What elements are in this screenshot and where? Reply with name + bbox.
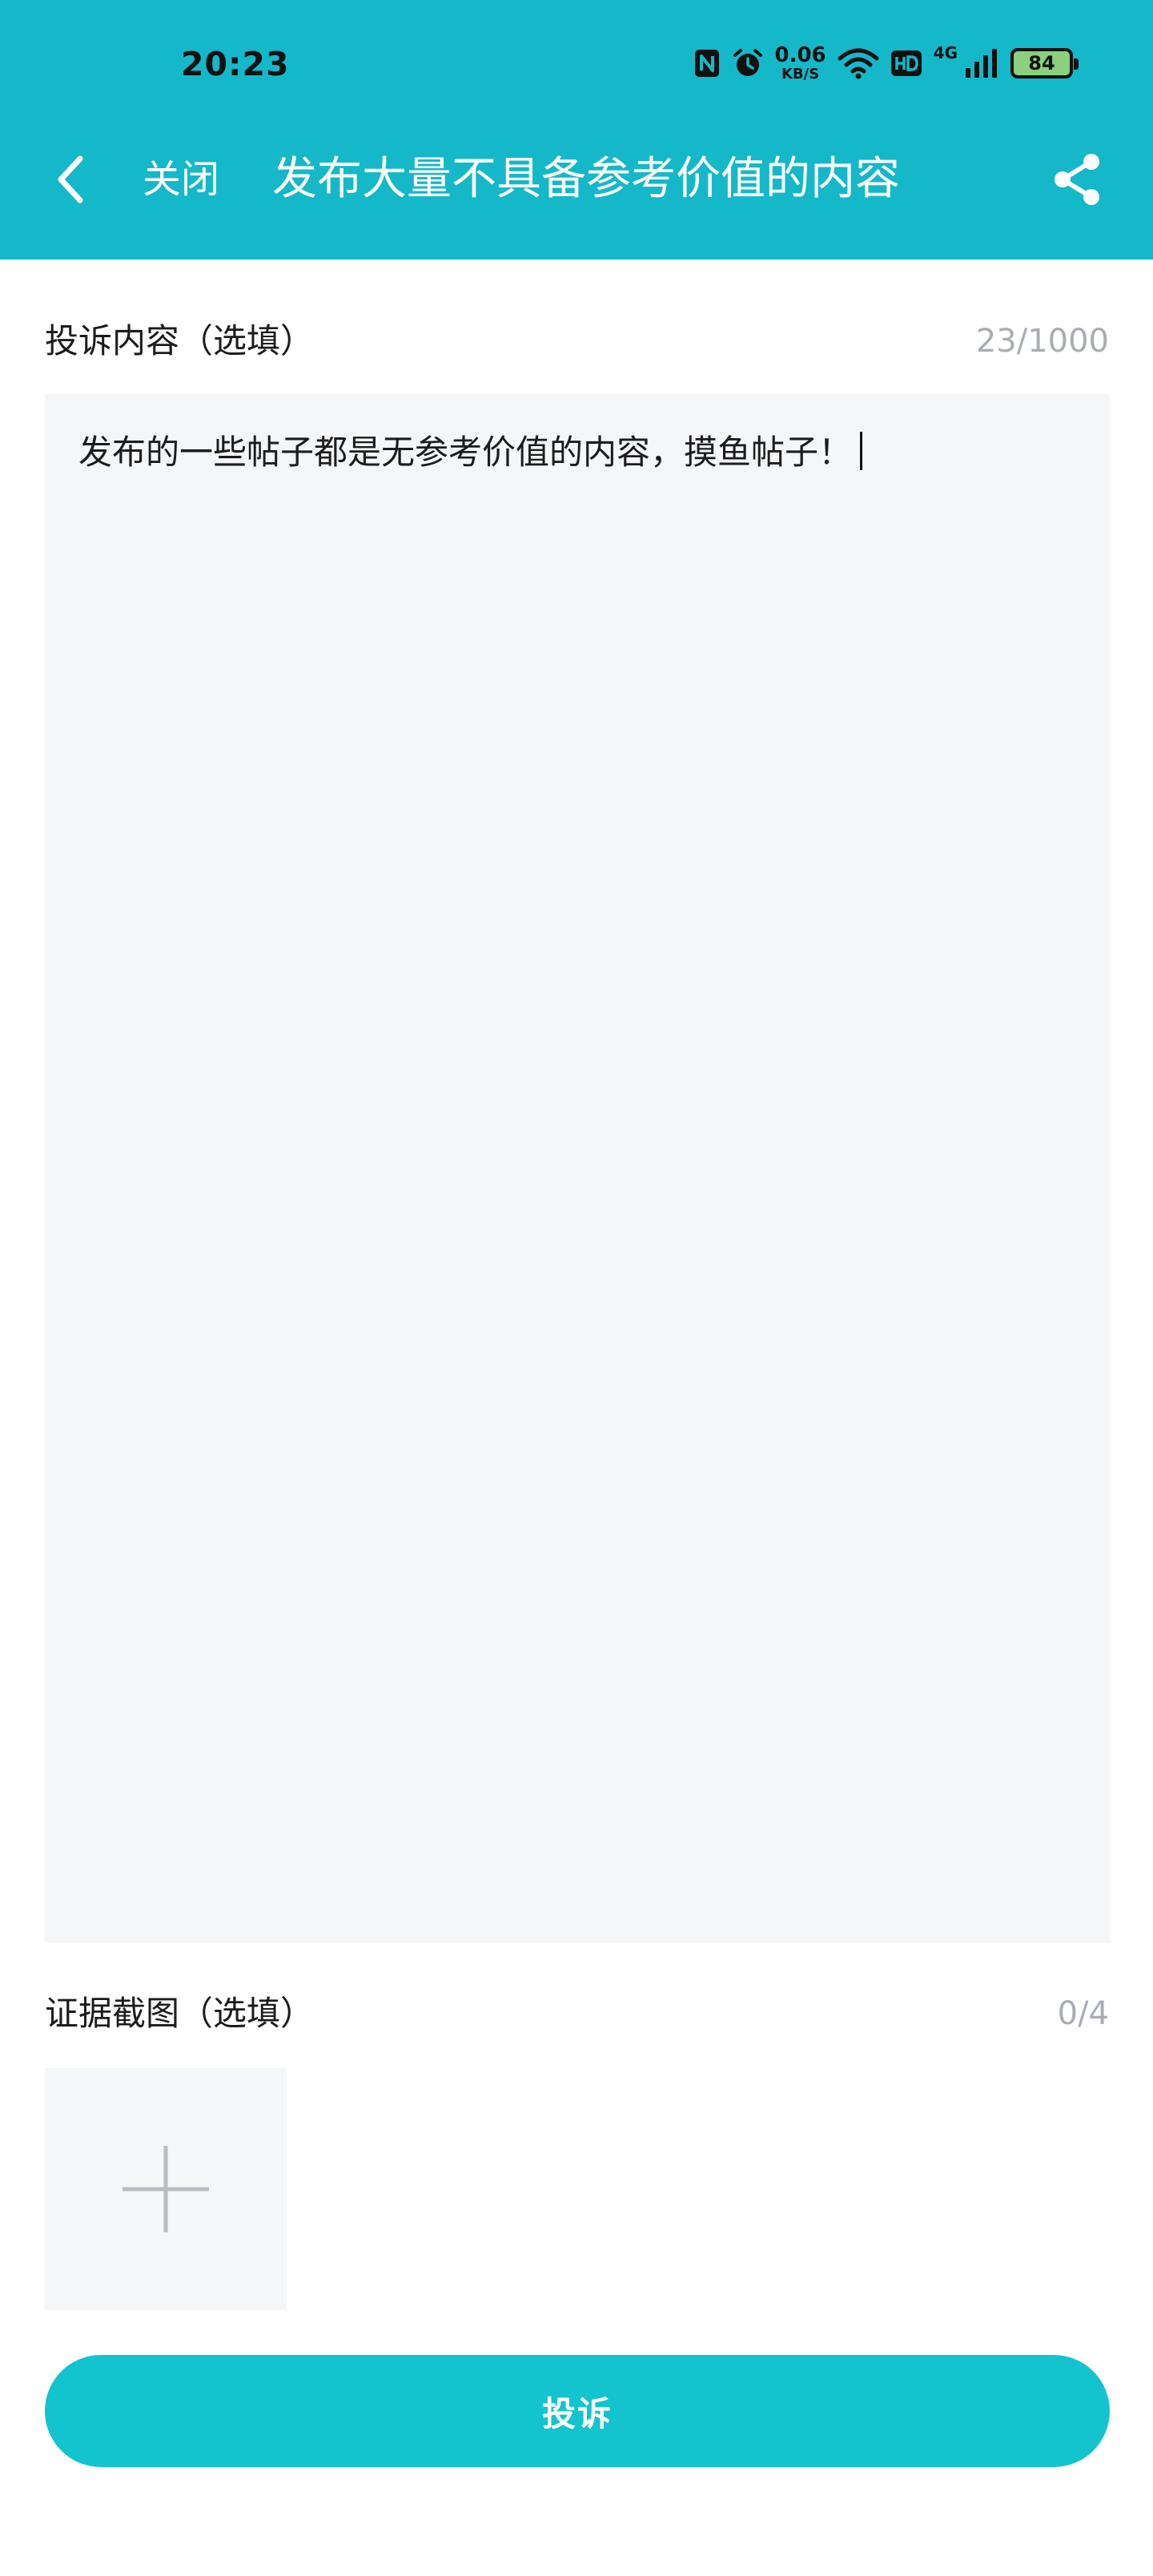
evidence-label: 证据截图（选填）	[45, 1994, 315, 2033]
net-speed: 0.06 KB/S	[775, 45, 826, 82]
submit-complaint-button[interactable]: 投诉	[45, 2355, 1110, 2467]
status-time: 20:23	[181, 45, 290, 83]
network-type: 4G	[933, 43, 958, 62]
complaint-counter: 23/1000	[975, 323, 1109, 360]
net-speed-value: 0.06	[774, 43, 826, 67]
wifi-icon	[838, 47, 879, 79]
complaint-textarea[interactable]: 发布的一些帖子都是无参考价值的内容，摸鱼帖子！	[45, 394, 1110, 1943]
close-button[interactable]: 关闭	[143, 152, 219, 207]
back-button[interactable]	[48, 147, 93, 211]
complaint-label: 投诉内容（选填）	[45, 321, 315, 360]
hd-icon	[890, 50, 922, 77]
complaint-text: 发布的一些帖子都是无参考价值的内容，摸鱼帖子！	[78, 433, 853, 472]
page-title: 发布大量不具备参考价值的内容	[272, 153, 900, 205]
share-button[interactable]	[1047, 149, 1108, 210]
text-caret	[860, 432, 863, 470]
status-icons: 0.06 KB/S 4G 84	[693, 42, 1079, 85]
share-icon	[1055, 154, 1099, 205]
net-speed-unit: KB/S	[781, 66, 820, 83]
nfc-icon	[693, 48, 721, 78]
battery-level: 84	[1028, 52, 1055, 74]
chevron-left-icon	[58, 155, 83, 203]
evidence-counter: 0/4	[1057, 1995, 1109, 2032]
plus-icon	[123, 2146, 209, 2232]
battery-icon: 84	[1010, 48, 1079, 78]
top-app-bar: 20:23 0.06 KB/S 4G 84 关闭 发布大量不具备参考价值的内容	[0, 0, 1153, 260]
signal-icon	[964, 47, 999, 79]
alarm-icon	[732, 47, 764, 79]
add-screenshot-button[interactable]	[45, 2068, 287, 2310]
